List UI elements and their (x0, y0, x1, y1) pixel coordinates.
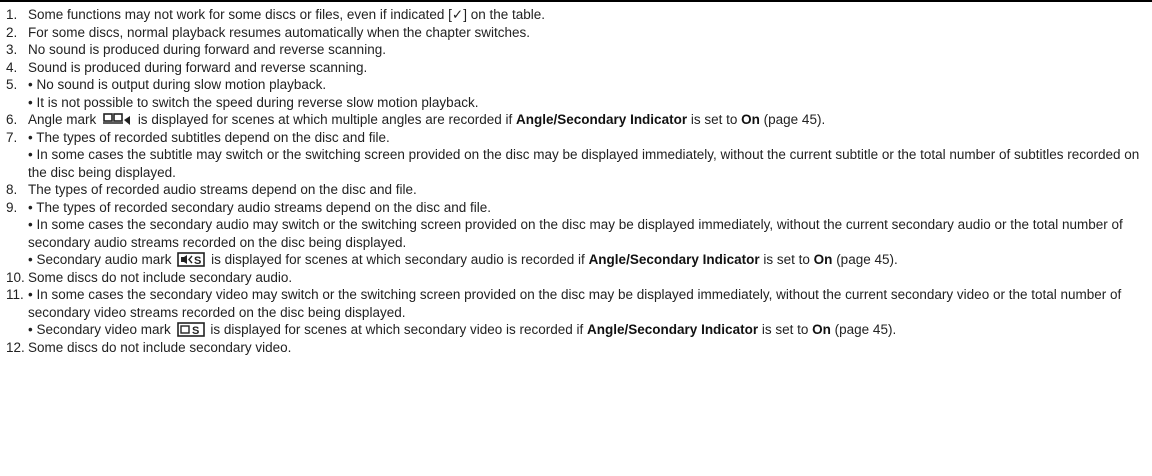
note-text: • In some cases the secondary video may … (28, 287, 1122, 320)
note-text: • Secondary audio mark (28, 252, 172, 267)
footnote-3: 3. No sound is produced during forward a… (6, 41, 1146, 59)
note-number: 5. (6, 77, 18, 92)
setting-name: Angle/Secondary Indicator (516, 112, 688, 127)
note-number: 10. (6, 269, 25, 285)
note-text: is set to (690, 112, 738, 127)
page-ref: (page 45). (836, 252, 898, 267)
footnote-6: 6. Angle mark is displayed for scenes at… (6, 111, 1146, 129)
note-text: is set to (763, 252, 810, 267)
note-text: Angle mark (28, 112, 97, 127)
setting-name: Angle/Secondary Indicator (587, 322, 759, 337)
note-text: • In some cases the subtitle may switch … (28, 147, 1140, 180)
page-ref: (page 45). (763, 112, 826, 127)
setting-value: On (741, 112, 760, 127)
note-number: 4. (6, 59, 18, 75)
angle-mark-icon (103, 113, 131, 125)
note-text: Some discs do not include secondary audi… (28, 269, 293, 285)
note-number: 6. (6, 112, 18, 127)
note-text: • No sound is output during slow motion … (28, 77, 327, 92)
note-text: • Secondary video mark (28, 322, 171, 337)
note-number: 3. (6, 42, 18, 57)
footnote-4: 4. Sound is produced during forward and … (6, 59, 1146, 77)
note-text: is displayed for scenes at which seconda… (210, 322, 584, 337)
note-number: 7. (6, 129, 18, 145)
note-text: is displayed for scenes at which seconda… (211, 252, 585, 267)
footnote-12: 12. Some discs do not include secondary … (6, 339, 1146, 357)
footnote-7: 7. • The types of recorded subtitles dep… (6, 129, 1146, 182)
note-number: 2. (6, 24, 18, 40)
note-number: 8. (6, 182, 18, 197)
setting-name: Angle/Secondary Indicator (588, 252, 760, 267)
secondary-video-mark-icon: S (176, 322, 205, 337)
note-text: • The types of recorded subtitles depend… (28, 129, 390, 145)
page-ref: (page 45). (834, 322, 897, 337)
footnote-9: 9. • The types of recorded secondary aud… (6, 199, 1146, 269)
footnote-2: 2. For some discs, normal playback resum… (6, 24, 1146, 42)
footnote-8: 8. The types of recorded audio streams d… (6, 181, 1146, 199)
note-text: is set to (761, 322, 809, 337)
note-number: 9. (6, 199, 18, 215)
secondary-audio-mark-icon: S (177, 252, 206, 267)
footnote-11: 11. • In some cases the secondary video … (6, 286, 1146, 339)
note-text: Some functions may not work for some dis… (28, 7, 546, 22)
svg-text:S: S (194, 255, 201, 267)
footnote-5: 5. • No sound is output during slow moti… (6, 76, 1146, 111)
footnote-list: 1. Some functions may not work for some … (6, 6, 1146, 356)
footnote-10: 10. Some discs do not include secondary … (6, 269, 1146, 287)
note-text: No sound is produced during forward and … (28, 42, 386, 57)
note-number: 12. (6, 339, 25, 355)
note-text: is displayed for scenes at which multipl… (137, 112, 513, 127)
svg-text:S: S (192, 325, 199, 337)
note-text: Some discs do not include secondary vide… (28, 339, 292, 355)
note-text: • It is not possible to switch the speed… (28, 94, 479, 110)
note-text: • In some cases the secondary audio may … (28, 217, 1123, 250)
note-number: 11. (6, 287, 24, 302)
note-text: For some discs, normal playback resumes … (28, 24, 530, 40)
note-number: 1. (6, 7, 18, 22)
footnote-1: 1. Some functions may not work for some … (6, 6, 1146, 24)
top-rule (0, 0, 1152, 2)
setting-value: On (813, 252, 833, 267)
note-text: Sound is produced during forward and rev… (28, 59, 368, 75)
setting-value: On (812, 322, 831, 337)
note-text: • The types of recorded secondary audio … (28, 199, 492, 215)
note-text: The types of recorded audio streams depe… (28, 182, 417, 197)
